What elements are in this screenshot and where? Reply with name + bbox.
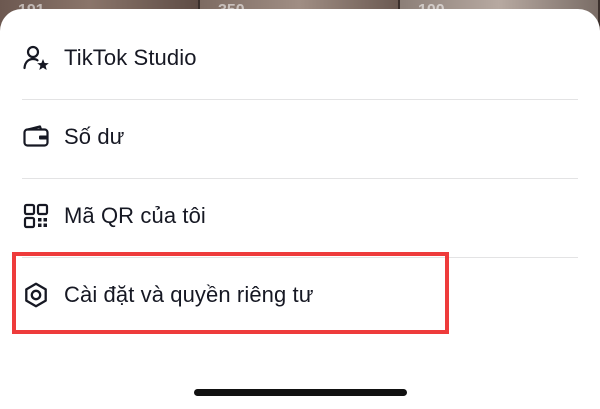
screen: 191 350 100 TikTok Studio [0, 0, 600, 409]
highlight-annotation-box [12, 252, 449, 334]
menu-item-label: Số dư [64, 124, 125, 149]
home-indicator[interactable] [194, 389, 407, 396]
creator-star-icon [22, 44, 50, 72]
menu-item-balance[interactable]: Số dư [22, 98, 578, 176]
menu-item-my-qr-code[interactable]: Mã QR của tôi [22, 177, 578, 255]
wallet-icon [22, 123, 50, 151]
qr-code-icon [22, 202, 50, 230]
menu-item-label: TikTok Studio [64, 45, 197, 70]
menu-item-label: Mã QR của tôi [64, 203, 206, 228]
menu-item-tiktok-studio[interactable]: TikTok Studio [22, 19, 578, 97]
bottom-sheet-menu: TikTok Studio Số dư Mã QR của tôi Cài đặ… [0, 9, 600, 409]
